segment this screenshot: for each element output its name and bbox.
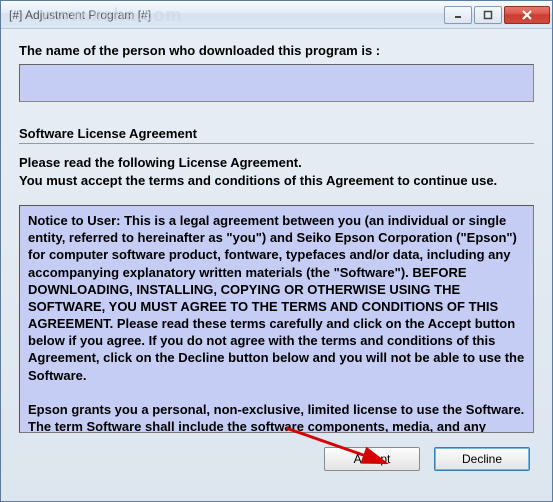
- close-icon: [521, 9, 533, 21]
- dialog-window: [#] Adjustment Program [#] www.xsha.com …: [0, 0, 553, 502]
- accept-button[interactable]: Accept: [324, 447, 420, 471]
- instruction-line-1: Please read the following License Agreem…: [19, 155, 302, 170]
- license-text-box[interactable]: Notice to User: This is a legal agreemen…: [19, 205, 534, 433]
- minimize-icon: [453, 10, 463, 20]
- decline-button[interactable]: Decline: [434, 447, 530, 471]
- instruction-line-2: You must accept the terms and conditions…: [19, 173, 497, 188]
- maximize-button[interactable]: [474, 6, 502, 24]
- license-paragraph-1: Notice to User: This is a legal agreemen…: [28, 212, 529, 384]
- license-heading: Software License Agreement: [19, 126, 534, 144]
- minimize-button[interactable]: [444, 6, 472, 24]
- button-row: Accept Decline: [19, 447, 534, 471]
- instruction-text: Please read the following License Agreem…: [19, 154, 534, 189]
- name-input[interactable]: [19, 64, 534, 102]
- license-paragraph-2: Epson grants you a personal, non-exclusi…: [28, 401, 529, 433]
- close-button[interactable]: [504, 6, 550, 24]
- dialog-content: The name of the person who downloaded th…: [1, 29, 552, 483]
- name-prompt-label: The name of the person who downloaded th…: [19, 43, 534, 58]
- maximize-icon: [483, 10, 493, 20]
- titlebar: [#] Adjustment Program [#]: [1, 1, 552, 29]
- window-title: [#] Adjustment Program [#]: [9, 8, 442, 22]
